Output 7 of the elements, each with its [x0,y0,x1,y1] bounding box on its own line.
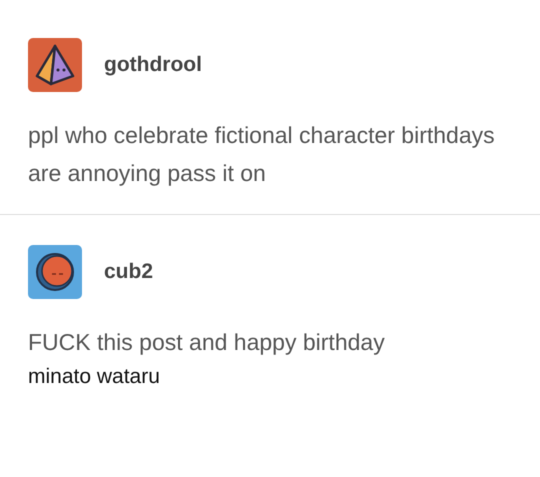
post-text: ppl who celebrate fictional character birthdays are annoying pass it on [28,121,496,188]
avatar-icon[interactable] [28,38,82,92]
username[interactable]: gothdrool [104,53,202,77]
added-caption: minato wataru [28,364,161,390]
avatar-icon[interactable] [28,245,82,299]
username[interactable]: cub2 [104,260,154,284]
post-text: FUCK this post and happy birthday [28,328,386,357]
